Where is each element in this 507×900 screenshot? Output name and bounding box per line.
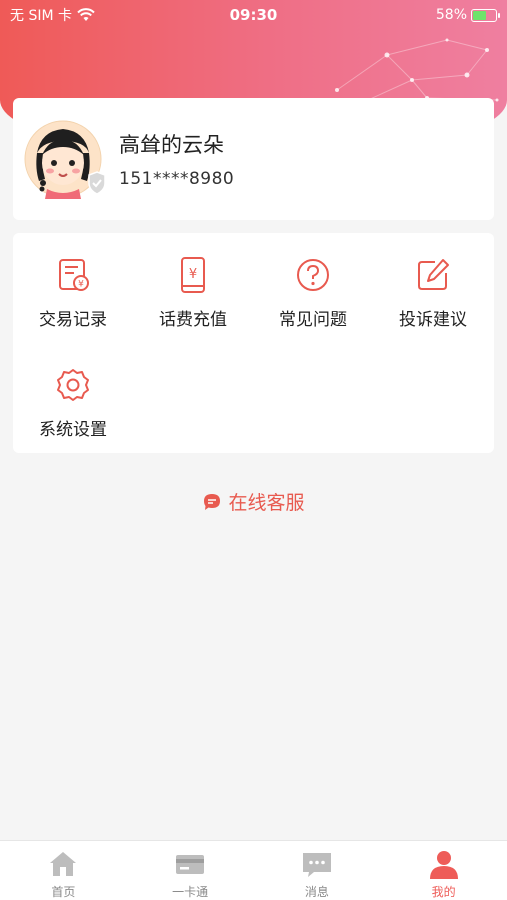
wifi-icon [77, 8, 95, 21]
avatar[interactable] [23, 119, 106, 199]
menu-label-transactions: 交易记录 [39, 310, 107, 330]
menu-label-recharge: 话费充值 [159, 310, 227, 330]
menu-label-feedback: 投诉建议 [399, 310, 467, 330]
status-bar: 无 SIM 卡 09:30 58% [0, 0, 507, 30]
menu-label-settings: 系统设置 [39, 420, 107, 440]
tab-messages[interactable]: 消息 [254, 841, 381, 900]
menu-item-settings[interactable]: 系统设置 [13, 343, 133, 443]
edit-icon [418, 259, 449, 290]
chat-bubble-icon [204, 493, 221, 510]
menu-label-faq: 常见问题 [279, 310, 347, 330]
svg-text:¥: ¥ [189, 267, 197, 282]
username: 高耸的云朵 [119, 133, 224, 157]
carrier-label: 无 SIM 卡 [10, 8, 72, 24]
phone-number: 151****8980 [119, 169, 235, 189]
menu-item-recharge[interactable]: ¥ 话费充值 [133, 233, 253, 333]
tab-label-home: 首页 [51, 885, 76, 899]
home-icon [50, 852, 77, 876]
gear-icon [57, 369, 89, 401]
card-icon [176, 855, 205, 874]
tab-profile[interactable]: 我的 [380, 841, 507, 900]
phone-recharge-icon: ¥ [181, 257, 205, 293]
question-icon [297, 259, 329, 291]
message-icon [302, 853, 331, 877]
tab-label-profile: 我的 [431, 885, 456, 899]
menu-item-feedback[interactable]: 投诉建议 [373, 233, 493, 333]
menu-item-faq[interactable]: 常见问题 [253, 233, 373, 333]
person-icon [429, 851, 458, 879]
online-service-button[interactable]: 在线客服 [0, 488, 507, 515]
tab-home[interactable]: 首页 [0, 841, 127, 900]
svg-text:¥: ¥ [78, 280, 84, 290]
battery-level [473, 10, 486, 20]
tab-label-card: 一卡通 [172, 885, 209, 899]
tab-label-messages: 消息 [304, 885, 329, 899]
battery-percent: 58% [435, 7, 467, 23]
tab-card[interactable]: 一卡通 [127, 841, 254, 900]
verified-badge-icon [88, 171, 106, 195]
menu-card: ¥ 交易记录 ¥ 话费充值 常见问题 投诉建议 系统设置 [13, 233, 494, 453]
receipt-icon: ¥ [59, 259, 89, 291]
online-service-label: 在线客服 [228, 492, 305, 514]
menu-item-transactions[interactable]: ¥ 交易记录 [13, 233, 133, 333]
battery-icon [471, 8, 500, 22]
profile-card[interactable]: 高耸的云朵 151****8980 [13, 98, 494, 220]
tab-bar: 首页 一卡通 消息 我的 [0, 840, 507, 900]
